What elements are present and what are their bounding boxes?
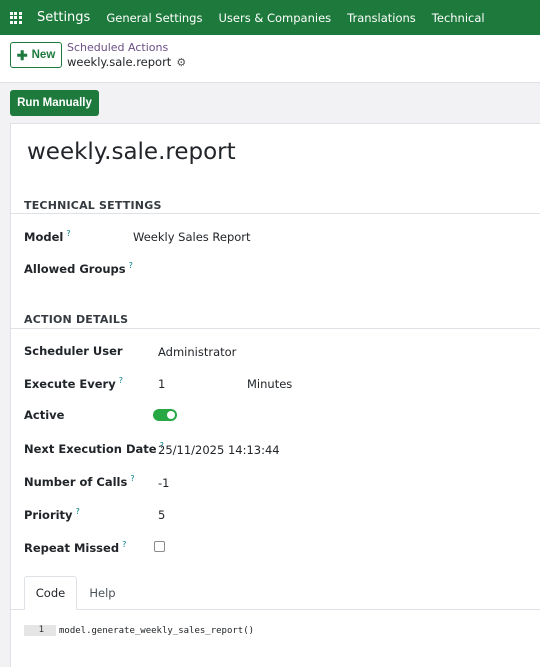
control-panel: ✚ New Scheduled Actions weekly.sale.repo…: [0, 35, 540, 83]
model-value[interactable]: Weekly Sales Report: [133, 230, 251, 244]
help-tooltip-icon[interactable]: ?: [129, 261, 133, 270]
scheduler-user-label: Scheduler User: [24, 344, 123, 358]
help-tooltip-icon[interactable]: ?: [76, 507, 80, 516]
repeat-missed-label: Repeat Missed?: [24, 540, 127, 555]
tab-help[interactable]: Help: [77, 576, 128, 610]
active-label: Active: [24, 408, 65, 422]
priority-value[interactable]: 5: [158, 508, 165, 522]
help-tooltip-icon[interactable]: ?: [122, 540, 126, 549]
number-of-calls-label: Number of Calls?: [24, 474, 135, 489]
number-of-calls-value[interactable]: -1: [158, 476, 169, 490]
line-number: 1: [24, 625, 56, 636]
record-title[interactable]: weekly.sale.report: [27, 139, 236, 165]
next-execution-date-value[interactable]: 25/11/2025 14:13:44: [158, 443, 280, 457]
code-line[interactable]: model.generate_weekly_sales_report(): [59, 626, 254, 636]
top-navbar: Settings General Settings Users & Compan…: [0, 0, 540, 35]
technical-settings-heading: TECHNICAL SETTINGS: [24, 199, 162, 212]
menu-general-settings[interactable]: General Settings: [106, 11, 202, 25]
help-tooltip-icon[interactable]: ?: [66, 229, 70, 238]
breadcrumb-scheduled-actions[interactable]: Scheduled Actions: [67, 41, 168, 54]
model-label: Model?: [24, 229, 71, 244]
active-toggle[interactable]: [153, 409, 177, 421]
repeat-missed-checkbox[interactable]: [154, 541, 165, 552]
section-divider: [11, 213, 540, 214]
app-brand[interactable]: Settings: [37, 10, 90, 25]
code-editor[interactable]: 1 model.generate_weekly_sales_report(): [24, 625, 254, 636]
section-divider: [11, 328, 540, 329]
menu-users-companies[interactable]: Users & Companies: [218, 11, 331, 25]
priority-label: Priority?: [24, 507, 80, 522]
tab-code[interactable]: Code: [24, 576, 77, 610]
breadcrumb-record-name: weekly.sale.report: [67, 55, 172, 69]
breadcrumb-record: weekly.sale.report ⚙: [67, 55, 186, 69]
next-execution-date-label: Next Execution Date?: [24, 441, 164, 456]
plus-icon: ✚: [16, 47, 28, 63]
new-button[interactable]: ✚ New: [10, 42, 62, 68]
menu-translations[interactable]: Translations: [347, 11, 416, 25]
new-button-label: New: [31, 49, 56, 61]
execute-every-label: Execute Every?: [24, 376, 123, 391]
scheduler-user-value[interactable]: Administrator: [158, 345, 236, 359]
menu-technical[interactable]: Technical: [432, 11, 485, 25]
action-details-heading: ACTION DETAILS: [24, 313, 129, 326]
apps-menu-icon[interactable]: [0, 0, 31, 35]
execute-every-unit[interactable]: Minutes: [247, 377, 292, 391]
execute-every-value[interactable]: 1: [158, 377, 165, 391]
allowed-groups-label: Allowed Groups?: [24, 261, 133, 276]
form-sheet: weekly.sale.report TECHNICAL SETTINGS Mo…: [10, 123, 540, 667]
gear-icon[interactable]: ⚙: [176, 56, 186, 69]
help-tooltip-icon[interactable]: ?: [130, 474, 134, 483]
run-manually-button[interactable]: Run Manually: [10, 90, 99, 116]
help-tooltip-icon[interactable]: ?: [119, 376, 123, 385]
